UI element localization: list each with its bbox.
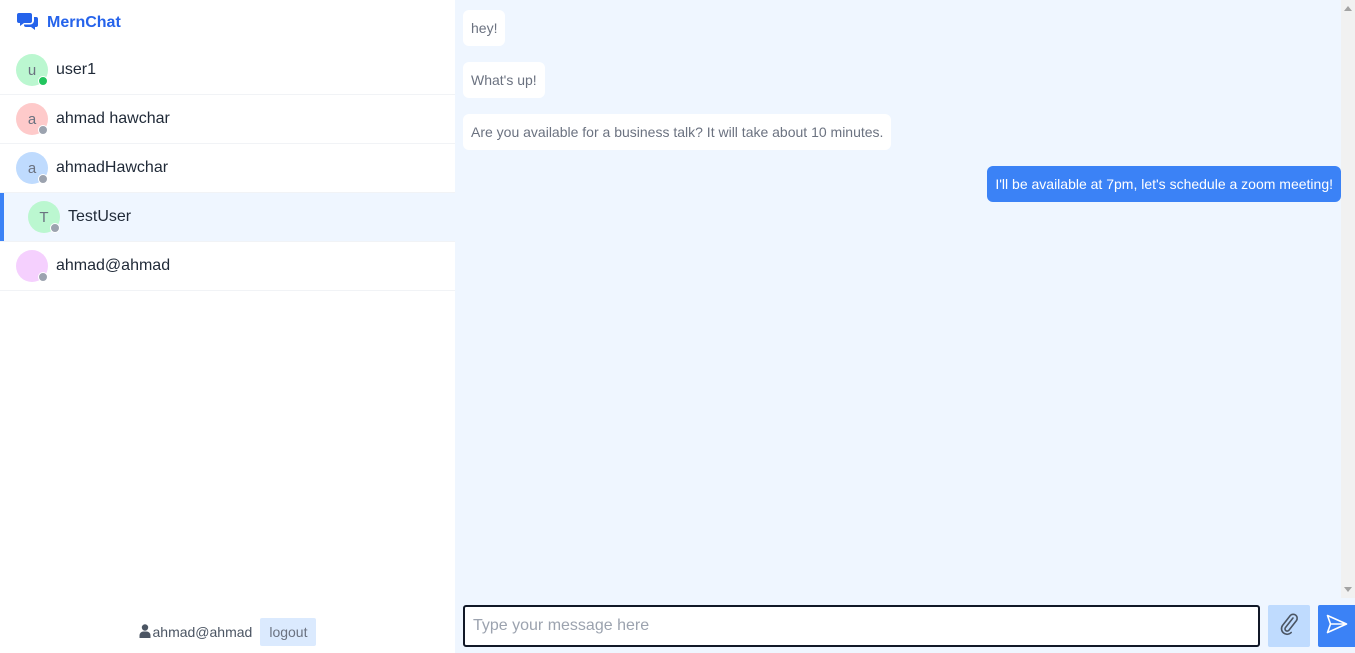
contact-name: ahmad hawchar xyxy=(56,110,170,127)
received-message-bubble: hey! xyxy=(463,10,506,46)
received-message-bubble: Are you available for a business talk? I… xyxy=(463,114,892,150)
contact-item[interactable]: T TestUser xyxy=(0,193,455,242)
contact-item[interactable]: ahmad@ahmad xyxy=(0,242,455,291)
send-button[interactable] xyxy=(1318,605,1355,647)
avatar: a xyxy=(16,103,48,135)
user-icon xyxy=(139,623,153,641)
app-logo: MernChat xyxy=(0,0,455,46)
scroll-down-arrow-icon[interactable] xyxy=(1344,587,1352,592)
message-list: hey! What's up! Are you available for a bu… xyxy=(455,0,1341,593)
contact-name: ahmad@ahmad xyxy=(56,257,171,274)
contact-item[interactable]: u user1 xyxy=(0,46,455,95)
avatar: T xyxy=(28,201,60,233)
received-message-bubble: What's up! xyxy=(463,62,545,98)
status-dot xyxy=(50,223,60,233)
avatar: u xyxy=(16,54,48,86)
scroll-up-arrow-icon[interactable] xyxy=(1344,6,1352,11)
message-input[interactable] xyxy=(463,605,1260,647)
message-row: hey! xyxy=(463,10,1341,46)
paperclip-icon xyxy=(1278,612,1300,641)
message-row: Are you available for a business talk? I… xyxy=(463,114,1341,150)
status-dot xyxy=(38,174,48,184)
selected-indicator xyxy=(0,193,4,241)
avatar-initial: a xyxy=(27,110,37,128)
current-user: ahmad@ahmad xyxy=(139,623,253,641)
logout-button[interactable]: logout xyxy=(260,618,317,646)
chat-panel: hey! What's up! Are you available for a bu… xyxy=(455,0,1355,653)
contact-name: TestUser xyxy=(68,208,132,225)
avatar-initial: a xyxy=(27,159,37,177)
avatar: a xyxy=(16,152,48,184)
chat-bubbles-icon xyxy=(17,11,47,36)
message-composer xyxy=(463,605,1355,647)
avatar-initial: u xyxy=(27,61,37,79)
sidebar: MernChat u user1 a ahmad hawchar a ahmadHawch… xyxy=(0,0,455,653)
send-icon xyxy=(1326,614,1348,639)
status-dot xyxy=(38,125,48,135)
app-name: MernChat xyxy=(47,14,121,31)
contact-item[interactable]: a ahmad hawchar xyxy=(0,95,455,144)
message-scrollbar[interactable] xyxy=(1341,0,1355,598)
current-user-bar: ahmad@ahmad logout xyxy=(0,611,455,653)
avatar-initial: T xyxy=(39,208,49,226)
app-root: MernChat u user1 a ahmad hawchar a ahmadHawch… xyxy=(0,0,1355,653)
contact-list: u user1 a ahmad hawchar a ahmadHawchar T TestUs… xyxy=(0,46,455,653)
contact-name: ahmadHawchar xyxy=(56,159,169,176)
status-dot xyxy=(38,272,48,282)
sent-message-bubble: I'll be available at 7pm, let's schedule… xyxy=(987,166,1341,202)
contact-name: user1 xyxy=(56,61,97,78)
contact-item[interactable]: a ahmadHawchar xyxy=(0,144,455,193)
status-dot xyxy=(38,76,48,86)
avatar xyxy=(16,250,48,282)
attach-button[interactable] xyxy=(1268,605,1310,647)
message-row: What's up! xyxy=(463,62,1341,98)
message-row: I'll be available at 7pm, let's schedule… xyxy=(463,166,1341,202)
current-username: ahmad@ahmad xyxy=(152,624,253,640)
